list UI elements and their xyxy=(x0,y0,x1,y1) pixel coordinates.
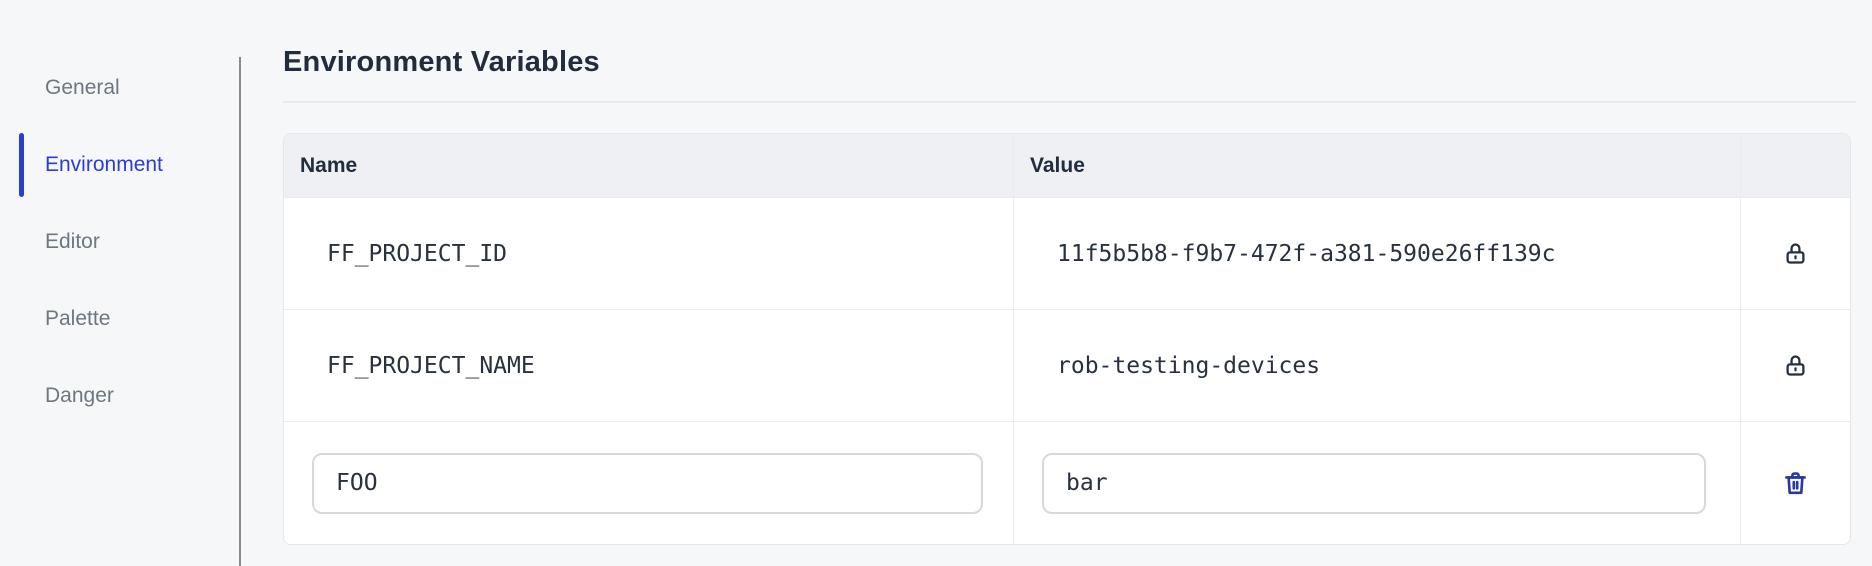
env-var-name: FF_PROJECT_NAME xyxy=(327,352,535,379)
sidebar-item-label: Editor xyxy=(45,230,100,253)
table-header-row: Name Value xyxy=(284,134,1850,197)
sidebar-item-label: General xyxy=(45,76,120,99)
row-action-cell xyxy=(1740,310,1850,421)
column-header-actions xyxy=(1740,134,1850,197)
lock-icon xyxy=(1786,243,1805,264)
env-var-name: FF_PROJECT_ID xyxy=(327,240,508,267)
environment-variables-table: Name Value FF_PROJECT_ID 11f5b5b8-f9b7-4… xyxy=(283,133,1851,545)
env-var-value: rob-testing-devices xyxy=(1013,310,1740,421)
sidebar-item-label: Palette xyxy=(45,307,111,330)
sidebar-item-environment[interactable]: Environment xyxy=(0,133,238,197)
sidebar-item-danger[interactable]: Danger xyxy=(0,364,238,428)
sidebar-item-label: Danger xyxy=(45,384,114,407)
sidebar-divider xyxy=(239,57,241,566)
table-row: FF_PROJECT_NAME rob-testing-devices xyxy=(284,309,1850,421)
table-row: FF_PROJECT_ID 11f5b5b8-f9b7-472f-a381-59… xyxy=(284,197,1850,309)
lock-icon xyxy=(1786,355,1805,376)
row-action-cell xyxy=(1740,198,1850,309)
active-indicator xyxy=(19,133,24,197)
env-var-value-input[interactable] xyxy=(1042,452,1706,514)
page-title: Environment Variables xyxy=(283,46,1856,103)
row-action-cell xyxy=(1740,422,1850,544)
settings-sidebar: General Environment Editor Palette Dange… xyxy=(0,56,238,441)
sidebar-item-editor[interactable]: Editor xyxy=(0,210,238,274)
env-var-name-cell xyxy=(284,422,1013,544)
column-header-name: Name xyxy=(300,153,358,177)
env-var-value-cell xyxy=(1013,422,1740,544)
sidebar-item-palette[interactable]: Palette xyxy=(0,287,238,351)
env-var-name-input[interactable] xyxy=(312,452,983,514)
sidebar-item-label: Environment xyxy=(45,153,163,176)
table-row-editable xyxy=(284,421,1850,544)
env-var-value: 11f5b5b8-f9b7-472f-a381-590e26ff139c xyxy=(1013,198,1740,309)
sidebar-item-general[interactable]: General xyxy=(0,56,238,120)
delete-variable-button[interactable] xyxy=(1777,465,1814,502)
environment-settings-panel: Environment Variables Name Value FF_PROJ… xyxy=(283,46,1856,545)
trash-icon xyxy=(1785,471,1806,494)
column-header-value: Value xyxy=(1013,134,1740,197)
